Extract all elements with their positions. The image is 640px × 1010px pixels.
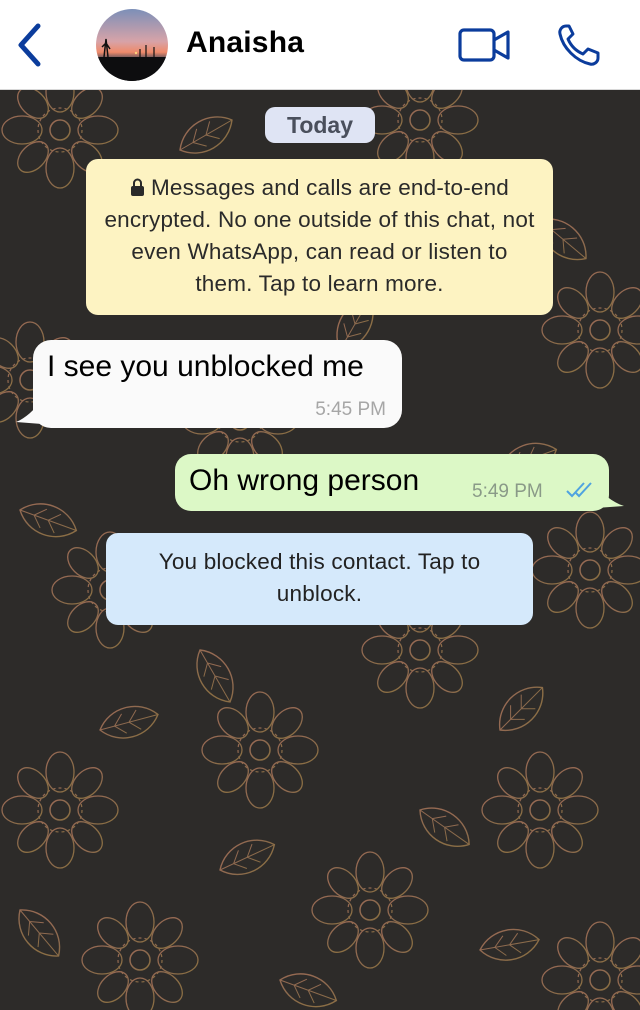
message-text: I see you unblocked me [47, 350, 364, 383]
back-button[interactable] [10, 20, 50, 70]
incoming-message[interactable]: I see you unblocked me 5:45 PM [33, 340, 402, 428]
date-chip: Today [265, 107, 375, 143]
chevron-left-icon [18, 23, 41, 67]
chat-header: Anaisha [0, 0, 640, 90]
phone-icon [558, 24, 600, 66]
message-time: 5:45 PM [315, 399, 386, 420]
message-text: Oh wrong person [189, 464, 420, 497]
outgoing-message[interactable]: Oh wrong person 5:49 PM [175, 454, 609, 511]
contact-name[interactable]: Anaisha [186, 26, 304, 60]
lock-icon [130, 178, 144, 196]
video-call-icon [458, 28, 510, 62]
voice-call-button[interactable] [556, 22, 604, 68]
avatar[interactable] [96, 9, 168, 81]
video-call-button[interactable] [456, 24, 514, 66]
message-time: 5:49 PM [472, 481, 543, 502]
blocked-contact-notice[interactable]: You blocked this contact. Tap to unblock… [106, 533, 533, 625]
encryption-notice[interactable]: Messages and calls are end-to-end encryp… [86, 159, 553, 315]
read-receipt-icon [566, 482, 592, 498]
encryption-notice-text: Messages and calls are end-to-end encryp… [104, 175, 535, 296]
chat-area[interactable]: Today Messages and calls are end-to-end … [0, 90, 640, 1010]
